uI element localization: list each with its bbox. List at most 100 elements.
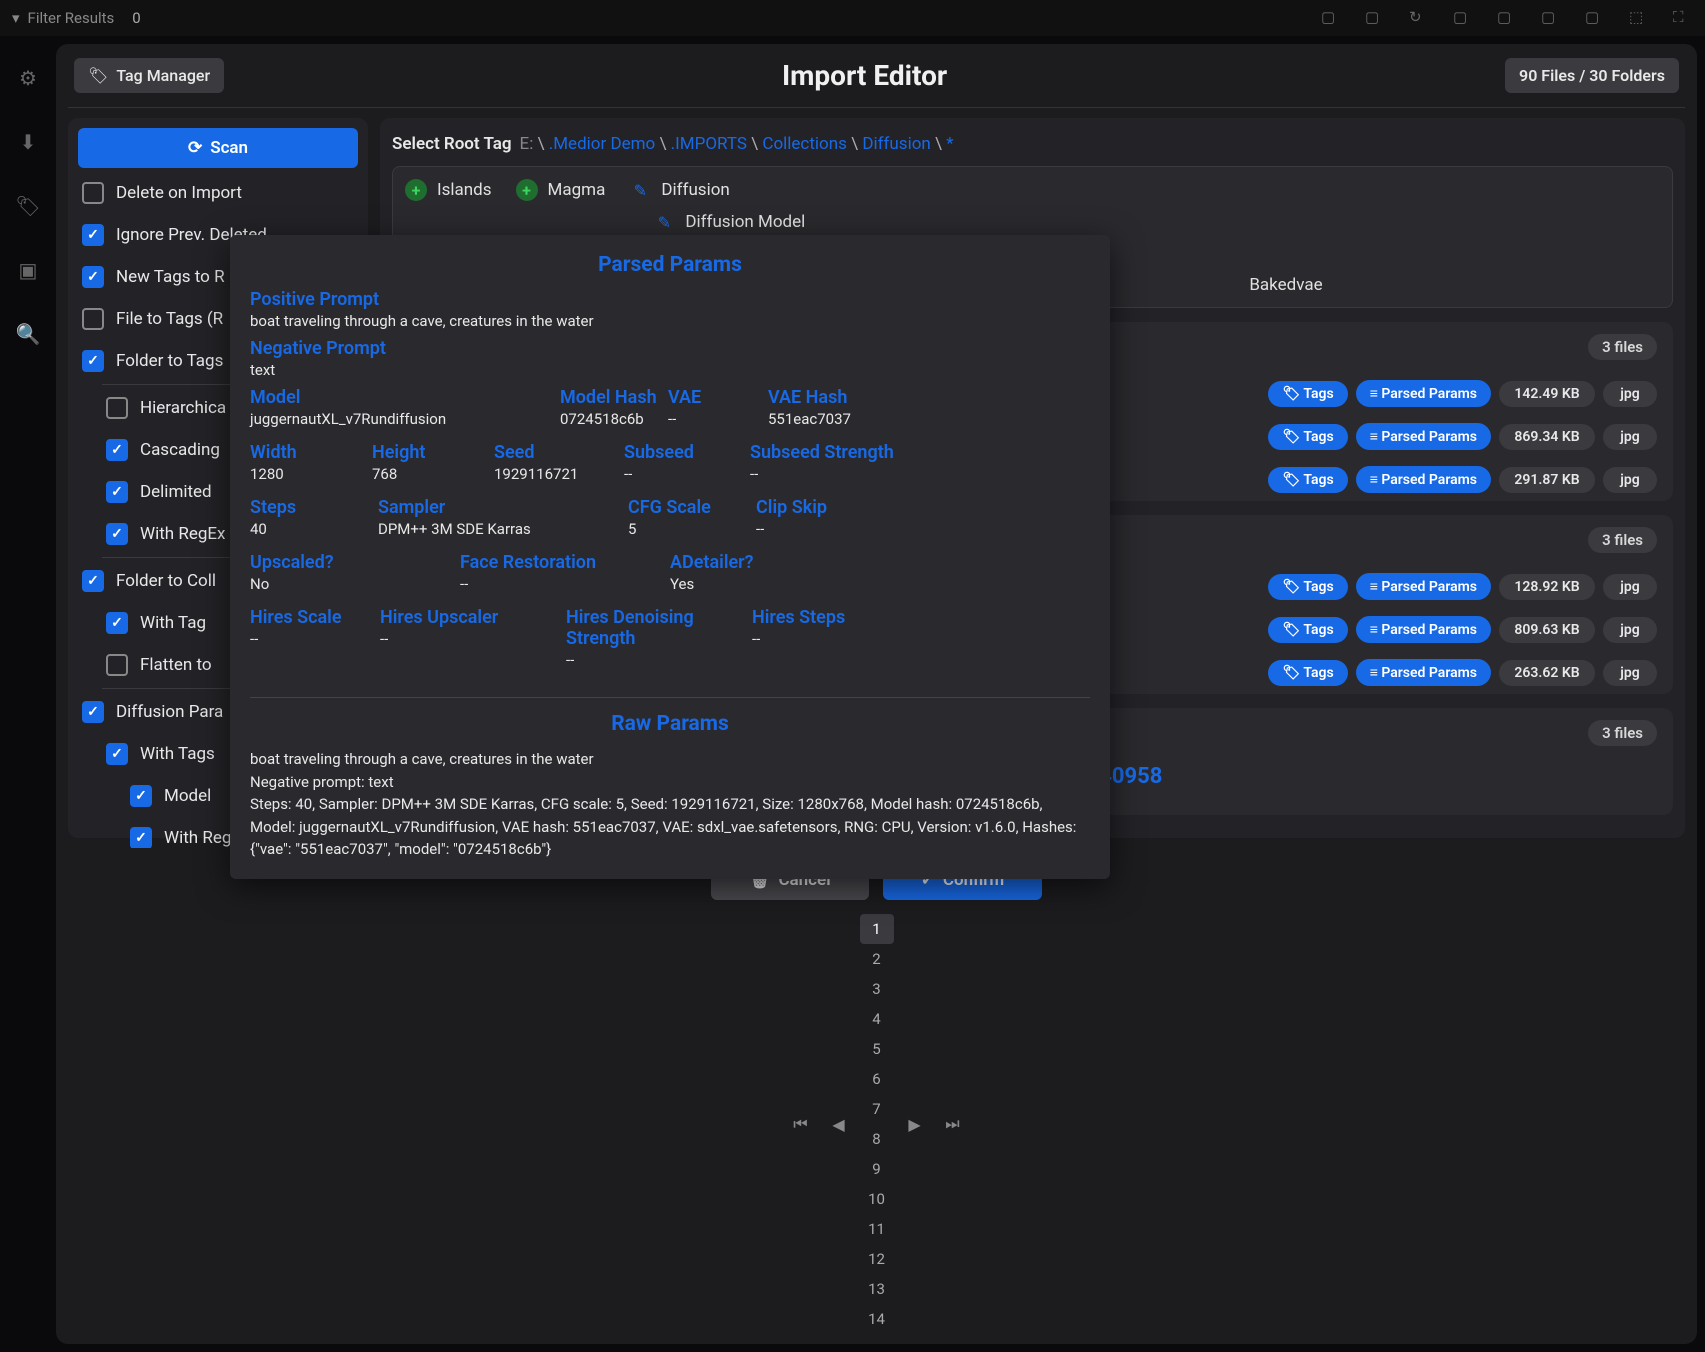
crumb[interactable]: Diffusion bbox=[862, 134, 930, 154]
page-2[interactable]: 2 bbox=[860, 944, 894, 974]
checkbox[interactable] bbox=[130, 785, 152, 807]
tag-manager-button[interactable]: 🏷 Tag Manager bbox=[74, 58, 224, 93]
tags-pill[interactable]: 🏷 Tags bbox=[1268, 617, 1347, 643]
crumb[interactable]: .IMPORTS bbox=[671, 134, 747, 154]
checkbox[interactable] bbox=[106, 654, 128, 676]
tag-item[interactable]: ✎Diffusion Model bbox=[629, 211, 1660, 233]
checkbox[interactable] bbox=[106, 523, 128, 545]
checkbox[interactable] bbox=[82, 308, 104, 330]
parsed-params-pill[interactable]: ≡ Parsed Params bbox=[1356, 380, 1491, 407]
tag-item[interactable]: +Islands bbox=[405, 179, 492, 201]
param-value: -- bbox=[460, 575, 670, 593]
add-icon[interactable]: + bbox=[516, 179, 538, 201]
filter-label[interactable]: Filter Results bbox=[28, 9, 115, 27]
page-next[interactable]: ▶ bbox=[898, 1109, 932, 1139]
param-label: ADetailer? bbox=[670, 552, 830, 573]
param-label: Width bbox=[250, 442, 372, 463]
page-14[interactable]: 14 bbox=[860, 1304, 894, 1334]
parsed-params-pill[interactable]: ≡ Parsed Params bbox=[1356, 659, 1491, 686]
page-6[interactable]: 6 bbox=[860, 1064, 894, 1094]
page-5[interactable]: 5 bbox=[860, 1034, 894, 1064]
gear-icon[interactable]: ⚙ bbox=[19, 66, 37, 90]
top-right-icons: ▢ ▢ ↻ ▢ ▢ ▢ ▢ ⬚ ⛶ bbox=[1321, 8, 1693, 28]
page-prev[interactable]: ◀ bbox=[822, 1109, 856, 1139]
option-label: Cascading bbox=[140, 440, 220, 460]
page-last[interactable]: ⏭ bbox=[936, 1109, 970, 1139]
option-label: New Tags to R bbox=[116, 267, 225, 287]
checkbox[interactable] bbox=[82, 570, 104, 592]
page-11[interactable]: 11 bbox=[860, 1214, 894, 1244]
parsed-params-pill[interactable]: ≡ Parsed Params bbox=[1356, 573, 1491, 600]
param-value: -- bbox=[250, 630, 380, 648]
checkbox[interactable] bbox=[82, 224, 104, 246]
tag-icon[interactable]: 🏷 bbox=[15, 194, 40, 218]
page-4[interactable]: 4 bbox=[860, 1004, 894, 1034]
refresh-icon[interactable]: ↻ bbox=[1409, 8, 1429, 28]
page-7[interactable]: 7 bbox=[860, 1094, 894, 1124]
parsed-params-pill[interactable]: ≡ Parsed Params bbox=[1356, 466, 1491, 493]
checkbox[interactable] bbox=[82, 266, 104, 288]
icon-1[interactable]: ▢ bbox=[1321, 8, 1341, 28]
checkbox[interactable] bbox=[106, 439, 128, 461]
checkbox[interactable] bbox=[82, 701, 104, 723]
crumb[interactable]: .Medior Demo bbox=[549, 134, 656, 154]
checkbox[interactable] bbox=[106, 481, 128, 503]
search-icon[interactable]: 🔍 bbox=[16, 322, 41, 346]
option-label: File to Tags (R bbox=[116, 309, 223, 329]
add-icon[interactable]: + bbox=[405, 179, 427, 201]
icon-5[interactable]: ▢ bbox=[1497, 8, 1517, 28]
page-first[interactable]: ⏮ bbox=[784, 1109, 818, 1139]
crumb[interactable]: Collections bbox=[762, 134, 847, 154]
ext-pill: jpg bbox=[1603, 660, 1657, 686]
page-12[interactable]: 12 bbox=[860, 1244, 894, 1274]
tags-pill[interactable]: 🏷 Tags bbox=[1268, 574, 1347, 600]
tags-pill[interactable]: 🏷 Tags bbox=[1268, 424, 1347, 450]
option-label: Flatten to bbox=[140, 655, 212, 675]
checkbox[interactable] bbox=[106, 612, 128, 634]
page-3[interactable]: 3 bbox=[860, 974, 894, 1004]
tags-pill[interactable]: 🏷 Tags bbox=[1268, 467, 1347, 493]
scan-button[interactable]: ⟳ Scan bbox=[78, 128, 358, 168]
param-value: -- bbox=[624, 465, 750, 483]
page-9[interactable]: 9 bbox=[860, 1154, 894, 1184]
param-value: -- bbox=[668, 410, 768, 428]
tag-item[interactable]: ✎Diffusion bbox=[629, 179, 1660, 201]
parsed-params-pill[interactable]: ≡ Parsed Params bbox=[1356, 616, 1491, 643]
crumb[interactable]: * bbox=[946, 134, 953, 154]
icon-2[interactable]: ▢ bbox=[1365, 8, 1385, 28]
icon-7[interactable]: ▢ bbox=[1585, 8, 1605, 28]
tag-manager-label: Tag Manager bbox=[116, 66, 210, 85]
checkbox[interactable] bbox=[82, 350, 104, 372]
param-label: Hires Steps bbox=[752, 607, 872, 628]
stack-icon[interactable]: ▣ bbox=[19, 258, 38, 282]
tag-manager-icon: 🏷 bbox=[88, 66, 108, 85]
checkbox[interactable] bbox=[82, 182, 104, 204]
edit-icon[interactable]: ✎ bbox=[629, 179, 651, 201]
param-label: Subseed Strength bbox=[750, 442, 900, 463]
edit-icon[interactable]: ✎ bbox=[653, 211, 675, 233]
page-13[interactable]: 13 bbox=[860, 1274, 894, 1304]
page-8[interactable]: 8 bbox=[860, 1124, 894, 1154]
pos-prompt-value: boat traveling through a cave, creatures… bbox=[250, 312, 1090, 330]
checkbox[interactable] bbox=[130, 827, 152, 848]
param-label: CFG Scale bbox=[628, 497, 756, 518]
select-icon[interactable]: ⬚ bbox=[1629, 8, 1649, 28]
checkbox[interactable] bbox=[106, 397, 128, 419]
icon-4[interactable]: ▢ bbox=[1453, 8, 1473, 28]
raw-params-text: boat traveling through a cave, creatures… bbox=[250, 748, 1090, 861]
param-label: Clip Skip bbox=[756, 497, 876, 518]
param-label: Steps bbox=[250, 497, 378, 518]
fullscreen-icon[interactable]: ⛶ bbox=[1673, 8, 1693, 28]
option-delete-on-import[interactable]: Delete on Import bbox=[78, 172, 358, 214]
tags-pill[interactable]: 🏷 Tags bbox=[1268, 381, 1347, 407]
checkbox[interactable] bbox=[106, 743, 128, 765]
param-label: Upscaled? bbox=[250, 552, 460, 573]
tags-pill[interactable]: 🏷 Tags bbox=[1268, 660, 1347, 686]
icon-6[interactable]: ▢ bbox=[1541, 8, 1561, 28]
tag-item[interactable]: +Magma bbox=[516, 179, 606, 201]
option-label: Folder to Coll bbox=[116, 571, 216, 591]
parsed-params-pill[interactable]: ≡ Parsed Params bbox=[1356, 423, 1491, 450]
page-1[interactable]: 1 bbox=[860, 914, 894, 944]
download-icon[interactable]: ⬇ bbox=[20, 130, 37, 154]
page-10[interactable]: 10 bbox=[860, 1184, 894, 1214]
